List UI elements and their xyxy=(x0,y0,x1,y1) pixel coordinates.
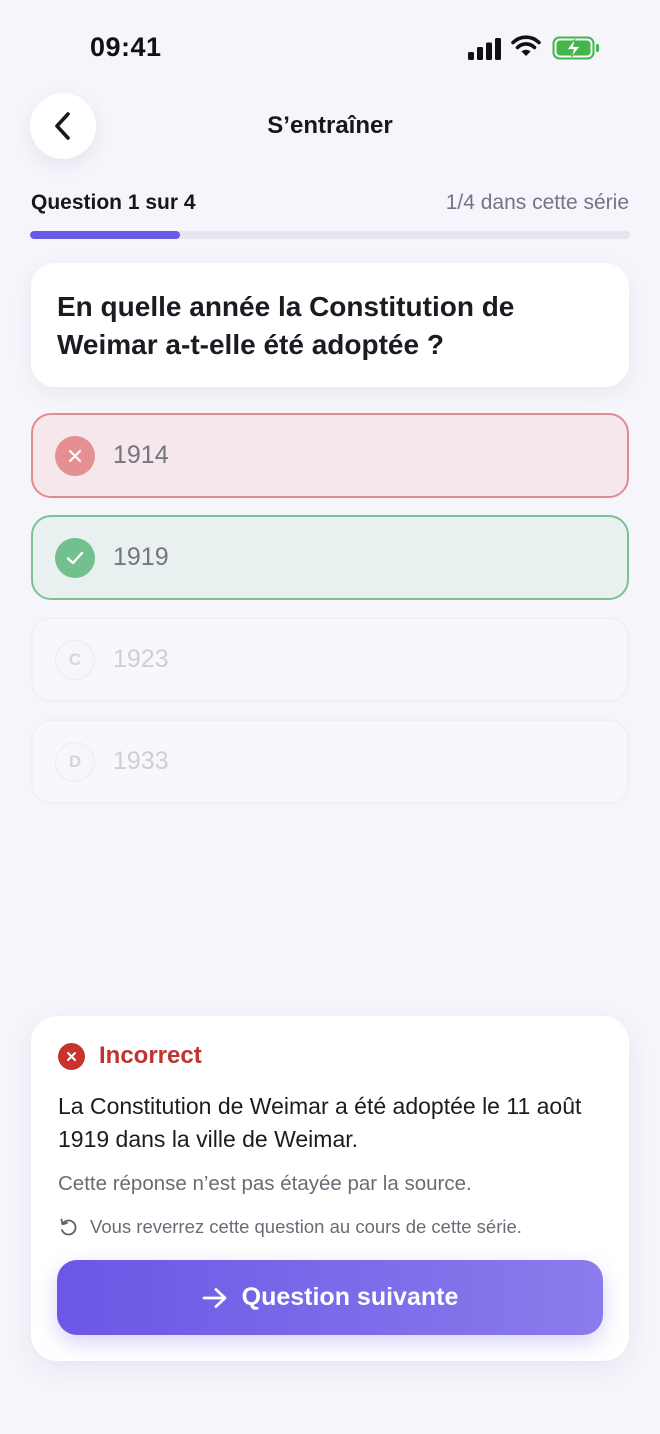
feedback-header: Incorrect xyxy=(58,1042,202,1070)
retry-icon xyxy=(60,1218,77,1236)
question-card: En quelle année la Constitution de Weima… xyxy=(31,263,629,387)
page-title: S’entraîner xyxy=(267,112,393,139)
next-question-button[interactable]: Question suivante xyxy=(57,1260,603,1335)
answer-option-label: 1914 xyxy=(113,441,169,469)
wifi-icon xyxy=(511,35,541,56)
cellular-signal-icon xyxy=(468,38,501,60)
answer-option-b[interactable]: 1919 xyxy=(31,515,629,600)
progress-bar xyxy=(30,231,630,239)
question-text: En quelle année la Constitution de Weima… xyxy=(57,291,515,360)
option-letter-badge: D xyxy=(55,741,95,782)
answer-option-label: 1919 xyxy=(113,543,169,571)
retry-notice-text: Vous reverrez cette question au cours de… xyxy=(90,1216,522,1237)
progress-bar-fill xyxy=(30,231,180,239)
arrow-right-icon xyxy=(202,1287,227,1308)
question-counter: Question 1 sur 4 xyxy=(31,191,196,214)
answer-option-a[interactable]: 1914 xyxy=(31,413,629,498)
error-circle-icon xyxy=(58,1042,85,1070)
x-icon xyxy=(55,435,95,476)
answer-option-c[interactable]: C 1923 xyxy=(31,617,629,702)
feedback-title: Incorrect xyxy=(99,1042,202,1069)
option-letter-badge: C xyxy=(55,639,95,680)
answer-option-d[interactable]: D 1933 xyxy=(31,719,629,804)
feedback-card: Incorrect La Constitution de Weimar a ét… xyxy=(31,1016,629,1361)
status-time: 09:41 xyxy=(90,32,162,62)
check-icon xyxy=(55,537,95,578)
status-bar: 09:41 xyxy=(0,0,660,96)
feedback-explanation: La Constitution de Weimar a été adoptée … xyxy=(58,1093,582,1152)
retry-notice: Vous reverrez cette question au cours de… xyxy=(58,1216,522,1238)
source-note: Cette réponse n’est pas étayée par la so… xyxy=(58,1172,472,1195)
answer-option-label: 1933 xyxy=(113,747,169,775)
series-progress-label: 1/4 dans cette série xyxy=(445,191,629,214)
answer-option-label: 1923 xyxy=(113,645,169,673)
battery-charging-icon xyxy=(552,36,599,60)
next-question-label: Question suivante xyxy=(241,1283,459,1311)
